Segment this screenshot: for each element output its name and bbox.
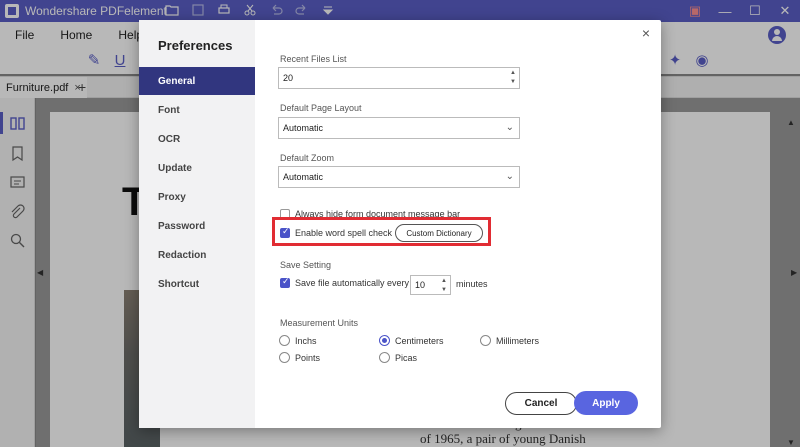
nav-ocr[interactable]: OCR: [139, 125, 255, 153]
radio-inchs-label: Inchs: [295, 336, 317, 346]
chevron-down-icon: ⌄: [505, 122, 514, 133]
measurement-units-label: Measurement Units: [280, 318, 359, 328]
radio-points-label: Points: [295, 353, 321, 363]
stepper-arrows-icon[interactable]: ▲ ▼: [441, 277, 447, 295]
radio-millimeters-label: Millimeters: [496, 336, 540, 346]
stepper-arrows-icon[interactable]: ▲ ▼: [510, 69, 516, 87]
apply-button[interactable]: Apply: [574, 391, 638, 415]
nav-update[interactable]: Update: [139, 154, 255, 182]
radio-centimeters-label: Centimeters: [395, 336, 444, 346]
minutes-stepper[interactable]: 10 ▲ ▼: [410, 275, 451, 295]
close-icon[interactable]: ×: [638, 25, 654, 41]
zoom-value: Automatic: [283, 172, 324, 182]
cancel-button[interactable]: Cancel: [505, 392, 577, 415]
radio-millimeters[interactable]: [480, 335, 491, 346]
page-layout-value: Automatic: [283, 123, 324, 133]
minutes-value: 10: [415, 280, 426, 290]
radio-picas[interactable]: [379, 352, 390, 363]
dialog-title: Preferences: [158, 38, 233, 53]
nav-general[interactable]: General: [139, 67, 255, 95]
nav-proxy[interactable]: Proxy: [139, 183, 255, 211]
nav-font[interactable]: Font: [139, 96, 255, 124]
highlight-box: [272, 217, 491, 246]
zoom-label: Default Zoom: [280, 153, 335, 163]
zoom-select[interactable]: Automatic ⌄: [278, 166, 520, 188]
radio-inchs[interactable]: [279, 335, 290, 346]
radio-points[interactable]: [279, 352, 290, 363]
radio-picas-label: Picas: [395, 353, 418, 363]
auto-save-label: Save file automatically every: [295, 278, 410, 288]
preferences-sidebar: Preferences General Font OCR Update Prox…: [139, 20, 255, 428]
recent-files-stepper[interactable]: 20 ▲ ▼: [278, 67, 520, 89]
recent-files-label: Recent Files List: [280, 54, 347, 64]
recent-files-value: 20: [283, 73, 294, 83]
nav-password[interactable]: Password: [139, 212, 255, 240]
nav-redaction[interactable]: Redaction: [139, 241, 255, 269]
auto-save-checkbox[interactable]: [280, 276, 290, 288]
page-layout-label: Default Page Layout: [280, 103, 362, 113]
minutes-unit-label: minutes: [456, 279, 488, 289]
save-setting-label: Save Setting: [280, 260, 332, 270]
nav-shortcut[interactable]: Shortcut: [139, 270, 255, 298]
chevron-down-icon: ⌄: [505, 171, 514, 182]
radio-centimeters[interactable]: [379, 335, 390, 346]
page-layout-select[interactable]: Automatic ⌄: [278, 117, 520, 139]
